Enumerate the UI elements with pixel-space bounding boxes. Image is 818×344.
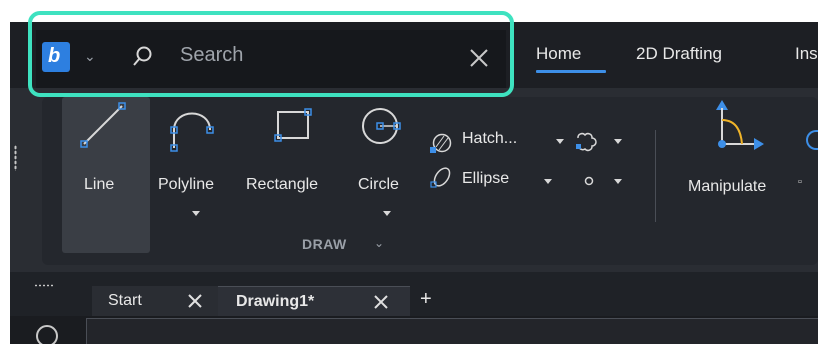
truncated-icon: ▫ (798, 176, 802, 188)
hatch-icon[interactable] (428, 131, 456, 155)
tab-start-label: Start (108, 292, 142, 309)
tab-start[interactable]: Start (92, 286, 218, 316)
ellipse-label[interactable]: Ellipse (462, 170, 509, 188)
close-icon[interactable] (374, 295, 388, 309)
manipulate-icon[interactable] (712, 98, 766, 154)
ellipse-icon[interactable] (428, 166, 456, 190)
app-window: b ⌄ Search Home 2D Drafting Ins Line Pol… (0, 0, 818, 344)
line-label: Line (84, 176, 115, 193)
plus-icon[interactable]: + (420, 288, 432, 311)
drawing-canvas[interactable] (86, 318, 818, 344)
manipulate-label[interactable]: Manipulate (688, 178, 766, 196)
draw-panel-title[interactable]: DRAW (302, 236, 347, 252)
tab-drawing1-label: Drawing1* (236, 293, 315, 310)
rectangle-icon[interactable] (270, 106, 316, 146)
tab-insert[interactable]: Ins (795, 44, 818, 64)
line-icon (80, 102, 126, 148)
hatch-label[interactable]: Hatch... (462, 130, 517, 148)
polyline-dropdown-icon[interactable] (192, 211, 200, 216)
panel-divider (655, 130, 656, 222)
left-margin (0, 0, 10, 344)
close-icon[interactable] (188, 294, 202, 308)
revcloud-icon[interactable] (572, 130, 598, 154)
polyline-label[interactable]: Polyline (158, 176, 214, 194)
polyline-icon[interactable] (166, 108, 218, 152)
ribbon-grip[interactable] (14, 145, 17, 171)
circle-icon[interactable] (356, 104, 412, 152)
highlight-frame (28, 11, 514, 97)
point-dropdown-icon[interactable] (614, 179, 622, 184)
tabs-grip[interactable] (34, 284, 54, 287)
tab-2d-drafting[interactable]: 2D Drafting (636, 44, 722, 64)
rectangle-label[interactable]: Rectangle (246, 176, 318, 194)
hatch-dropdown-icon[interactable] (556, 139, 564, 144)
revcloud-dropdown-icon[interactable] (614, 139, 622, 144)
circle-tool-icon[interactable] (36, 325, 58, 344)
chevron-down-icon[interactable]: ⌄ (374, 236, 384, 250)
tab-drawing1[interactable]: Drawing1* (218, 286, 410, 316)
active-tab-indicator (536, 70, 606, 73)
tab-home[interactable]: Home (536, 44, 581, 64)
point-icon[interactable] (582, 174, 596, 188)
circle-label[interactable]: Circle (358, 176, 399, 194)
circle-dropdown-icon[interactable] (383, 211, 391, 216)
ellipse-dropdown-icon[interactable] (544, 179, 552, 184)
